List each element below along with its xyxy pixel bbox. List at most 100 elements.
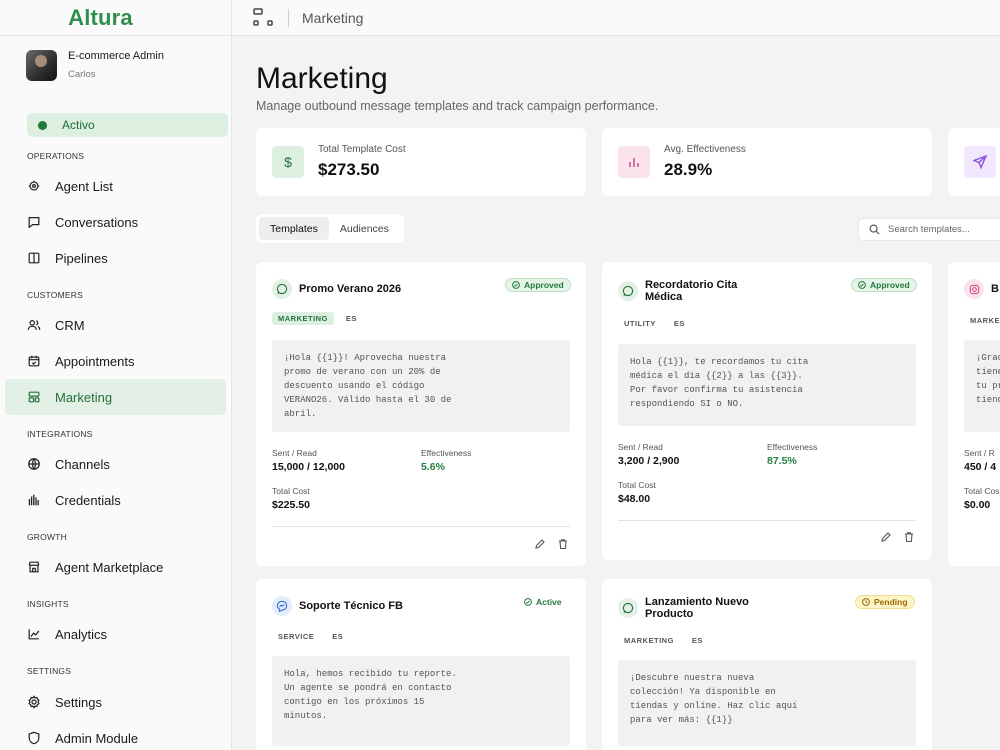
- whatsapp-icon: [618, 281, 638, 301]
- effectiveness-value: 5.6%: [421, 461, 445, 473]
- tab-bar: Templates Audiences: [256, 214, 404, 243]
- template-body: ¡Grac tiene tu pr tiend: [964, 340, 1000, 432]
- template-body: Hola {{1}}, te recordamos tu cita médica…: [618, 344, 916, 426]
- stat-label: Avg. Effectiveness: [664, 144, 746, 155]
- status-label: Activo: [62, 118, 95, 132]
- send-icon: [964, 146, 996, 178]
- page-title: Marketing: [256, 62, 388, 95]
- card-divider: [618, 520, 916, 521]
- sidebar-item-label: Conversations: [55, 214, 139, 230]
- layout-icon: [27, 390, 41, 404]
- topbar-divider: [288, 8, 289, 27]
- template-card[interactable]: Promo Verano 2026 Approved MARKETING ES …: [256, 262, 586, 566]
- status-badge: Active: [518, 595, 568, 609]
- metric-label: Total Cost: [618, 480, 656, 490]
- key-bars-icon: [27, 493, 41, 507]
- store-icon: [27, 560, 41, 574]
- headset-icon: [27, 179, 41, 193]
- sidebar-item-appointments[interactable]: Appointments: [5, 343, 226, 379]
- status-toggle[interactable]: Activo: [27, 113, 228, 137]
- template-body: ¡Descubre nuestra nueva colección! Ya di…: [618, 660, 916, 746]
- metric-label: Total Cost: [272, 486, 310, 496]
- template-card[interactable]: Recordatorio Cita Médica Approved UTILIT…: [602, 262, 932, 560]
- breadcrumb: Marketing: [302, 9, 364, 26]
- sidebar-item-label: Settings: [55, 694, 102, 710]
- users-icon: [27, 318, 41, 332]
- stat-label: Total Template Cost: [318, 144, 406, 155]
- whatsapp-icon: [618, 598, 638, 618]
- sidebar-item-label: Pipelines: [55, 250, 108, 266]
- metric-label: Sent / R: [964, 448, 995, 458]
- avatar: [26, 49, 57, 81]
- messenger-icon: [272, 596, 292, 616]
- sidebar-item-credentials[interactable]: Credentials: [5, 482, 226, 518]
- metric-label: Effectiveness: [767, 442, 818, 452]
- user-name: E-commerce Admin: [68, 50, 164, 62]
- sidebar-toggle-icon[interactable]: [252, 6, 276, 30]
- category-tag: MARKET: [970, 316, 1000, 325]
- metric-label: Effectiveness: [421, 448, 472, 458]
- sidebar-item-label: CRM: [55, 317, 85, 333]
- tab-templates[interactable]: Templates: [259, 217, 329, 240]
- sidebar-item-conversations[interactable]: Conversations: [5, 204, 226, 240]
- language-tag: ES: [673, 319, 685, 328]
- shield-icon: [27, 731, 41, 745]
- whatsapp-icon: [272, 279, 292, 299]
- user-profile[interactable]: E-commerce Admin Carlos: [0, 36, 231, 94]
- chat-icon: [27, 215, 41, 229]
- sidebar-item-label: Agent Marketplace: [55, 559, 164, 575]
- edit-icon[interactable]: [879, 530, 893, 544]
- category-tag: MARKETING: [624, 636, 674, 645]
- section-customers: CUSTOMERS: [27, 290, 83, 300]
- language-tag: ES: [345, 314, 357, 323]
- sidebar-item-marketing[interactable]: Marketing: [5, 379, 226, 415]
- edit-icon[interactable]: [533, 537, 547, 551]
- template-card[interactable]: B MARKET ¡Grac tiene tu pr tiend Sent / …: [948, 262, 1000, 566]
- language-tag: ES: [332, 632, 344, 641]
- tab-audiences[interactable]: Audiences: [329, 217, 400, 240]
- sidebar-item-agent-list[interactable]: Agent List: [5, 168, 226, 204]
- sidebar-item-crm[interactable]: CRM: [5, 307, 226, 343]
- template-card[interactable]: Soporte Técnico FB Active SERVICE ES Hol…: [256, 579, 586, 750]
- sidebar-item-label: Credentials: [55, 492, 121, 508]
- app-logo[interactable]: Altura: [68, 5, 133, 31]
- delete-icon[interactable]: [556, 537, 570, 551]
- template-title: Recordatorio Cita Médica: [645, 279, 738, 303]
- metric-label: Sent / Read: [272, 448, 317, 458]
- section-operations: OPERATIONS: [27, 151, 85, 161]
- page-subtitle: Manage outbound message templates and tr…: [256, 99, 659, 113]
- card-divider: [272, 526, 570, 527]
- sidebar-item-label: Channels: [55, 456, 110, 472]
- status-badge: Approved: [851, 278, 917, 292]
- total-cost-value: $0.00: [964, 499, 991, 511]
- stat-card-sent: [948, 128, 1000, 196]
- sidebar-item-label: Admin Module: [55, 730, 139, 746]
- section-integrations: INTEGRATIONS: [27, 429, 93, 439]
- chart-icon: [27, 627, 41, 641]
- template-title: Lanzamiento Nuevo Producto: [645, 596, 749, 620]
- sidebar-item-pipelines[interactable]: Pipelines: [5, 240, 226, 276]
- template-title: Promo Verano 2026: [299, 283, 402, 295]
- sidebar-item-settings[interactable]: Settings: [5, 684, 226, 720]
- template-body: ¡Hola {{1}}! Aprovecha nuestra promo de …: [272, 340, 570, 432]
- sidebar-item-label: Appointments: [55, 353, 135, 369]
- sidebar-item-channels[interactable]: Channels: [5, 446, 226, 482]
- sidebar-item-admin-module[interactable]: Admin Module: [5, 720, 226, 750]
- metric-label: Sent / Read: [618, 442, 663, 452]
- template-title: Soporte Técnico FB: [299, 600, 403, 612]
- search-placeholder: Search templates...: [888, 224, 970, 235]
- status-badge: Approved: [505, 278, 571, 292]
- sidebar-item-agent-marketplace[interactable]: Agent Marketplace: [5, 549, 226, 585]
- template-body: Hola, hemos recibido tu reporte. Un agen…: [272, 656, 570, 746]
- section-insights: INSIGHTS: [27, 599, 69, 609]
- sidebar-item-analytics[interactable]: Analytics: [5, 616, 226, 652]
- total-cost-value: $48.00: [618, 493, 651, 505]
- category-tag: UTILITY: [624, 319, 656, 328]
- delete-icon[interactable]: [902, 530, 916, 544]
- search-input[interactable]: Search templates...: [858, 218, 1000, 241]
- section-settings: SETTINGS: [27, 666, 72, 676]
- gear-icon: [27, 695, 41, 709]
- template-card[interactable]: Lanzamiento Nuevo Producto Pending MARKE…: [602, 579, 932, 750]
- category-tag: SERVICE: [278, 632, 315, 641]
- sent-read-value: 15,000 / 12,000: [272, 461, 345, 473]
